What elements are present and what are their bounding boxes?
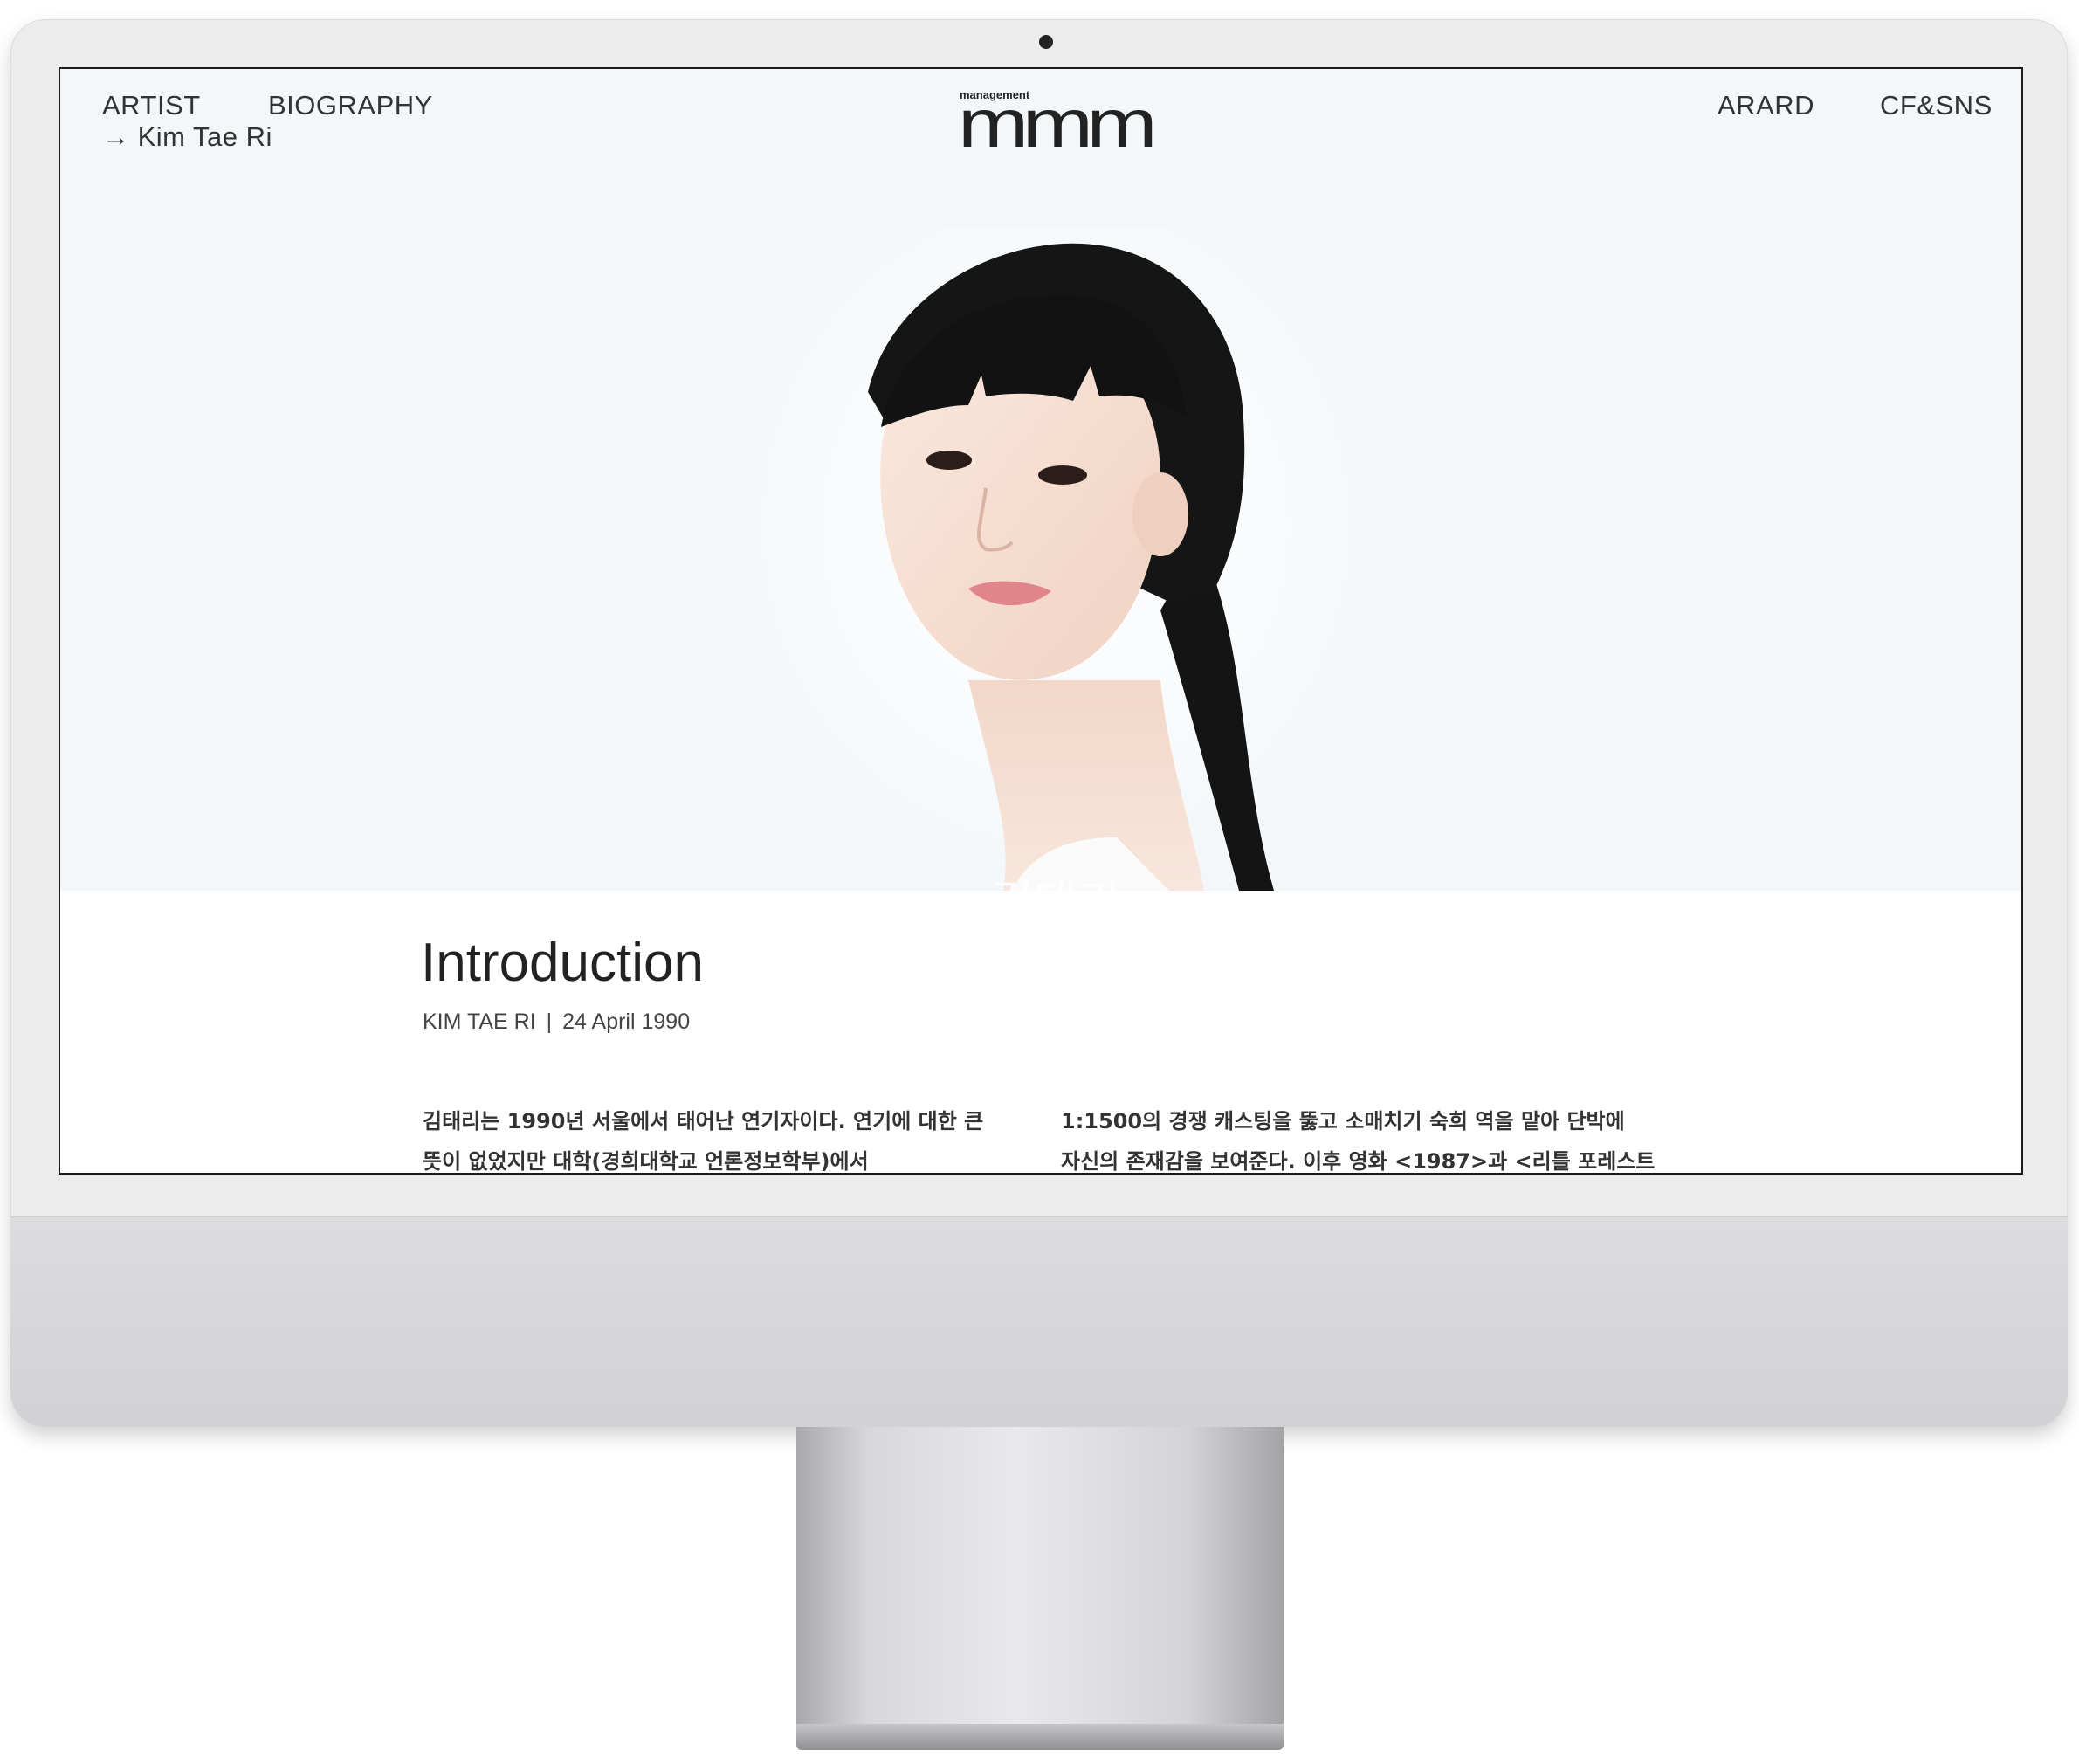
logo-main-text: mmm: [958, 85, 1158, 162]
monitor-chin: [10, 1216, 2068, 1427]
intro-text-right: 1:1500의 경쟁 캐스팅을 뚫고 소매치기 숙희 역을 맡아 단박에 자신의…: [1061, 1101, 1672, 1174]
camera-icon: [1039, 35, 1053, 49]
monitor-frame: ARTIST → Kim Tae Ri BIOGRAPHY management…: [10, 19, 2068, 1427]
artist-name-korean: 김태리: [990, 875, 1121, 930]
intro-separator: |: [546, 1009, 553, 1034]
intro-left-line: 김태리는 1990년 서울에서 태어난 연기자이다. 연기에 대한 큰: [423, 1109, 984, 1134]
nav-award-link[interactable]: ARARD: [1718, 90, 1814, 121]
intro-right-line: 자신의 존재감을 보여준다. 이후 영화 <1987>과 <리틀 포레스트: [1061, 1149, 1656, 1174]
artist-portrait: 김태리 KIM TAE RI: [750, 226, 1361, 978]
logo[interactable]: management mmm: [958, 88, 1158, 157]
nav-biography-link[interactable]: BIOGRAPHY: [268, 90, 433, 121]
intro-artist-name: KIM TAE RI: [423, 1009, 536, 1034]
portrait-illustration: [750, 226, 1361, 891]
screen: ARTIST → Kim Tae Ri BIOGRAPHY management…: [59, 67, 2023, 1175]
intro-title: Introduction: [421, 933, 704, 993]
intro-birth-date: 24 April 1990: [562, 1009, 691, 1034]
monitor-stand: [796, 1427, 1284, 1724]
artist-name-english: KIM TAE RI: [933, 926, 1179, 978]
intro-meta: KIM TAE RI | 24 April 1990: [423, 1009, 690, 1035]
hero-section: ARTIST → Kim Tae Ri BIOGRAPHY management…: [60, 69, 2021, 978]
intro-right-line: 1:1500의 경쟁 캐스팅을 뚫고 소매치기 숙희 역을 맡아 단박에: [1061, 1109, 1625, 1134]
intro-text-left: 김태리는 1990년 서울에서 태어난 연기자이다. 연기에 대한 큰 뜻이 없…: [423, 1101, 999, 1174]
nav-cf-sns-link[interactable]: CF&SNS: [1880, 90, 1993, 121]
intro-left-line: 뜻이 없었지만 대학(경희대학교 언론정보학부)에서: [423, 1149, 869, 1174]
monitor-stand-foot: [796, 1724, 1284, 1750]
nav-artist-link[interactable]: ARTIST: [102, 90, 201, 121]
nav-artist-current[interactable]: → Kim Tae Ri: [102, 121, 272, 153]
